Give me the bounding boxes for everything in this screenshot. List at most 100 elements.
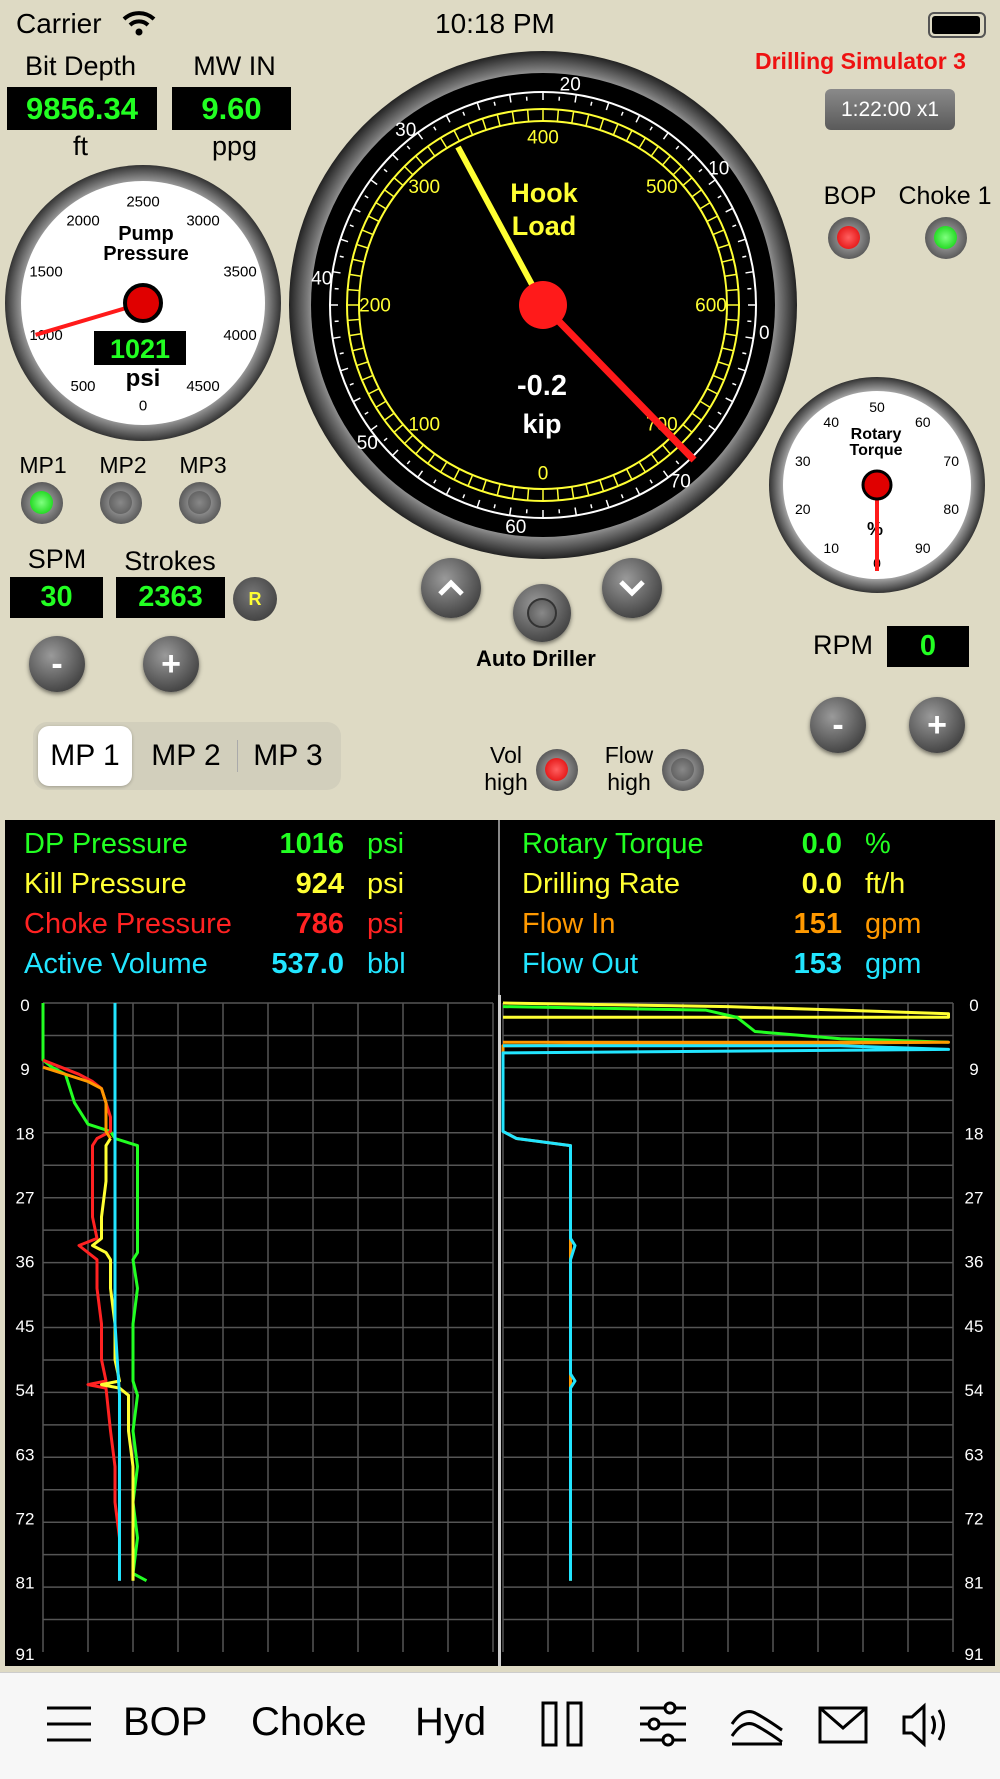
mp3-indicator-button[interactable] [179,482,221,524]
hook-load-outer-tick-label: 40 [311,269,332,290]
bop-tab-button[interactable]: BOP [123,1700,207,1745]
y-tick-label-right: 45 [965,1317,984,1336]
carrier-label: Carrier [16,8,102,40]
rpm-increase-button[interactable]: + [909,697,965,753]
rotary-torque-tick-label: 80 [943,501,959,517]
mail-button[interactable] [818,1706,868,1744]
rotary-torque-tick-label: 90 [915,540,931,556]
spm-decrease-button[interactable]: - [29,636,85,692]
left-panel-series-line-1 [43,1060,120,1581]
strokes-reset-button[interactable]: R [233,577,277,621]
battery-icon [928,12,986,38]
hook-load-outer-tick-label: 20 [560,74,581,95]
mw-in-unit: ppg [172,131,297,162]
spm-increase-button[interactable]: + [143,636,199,692]
speaker-icon [900,1702,954,1748]
auto-driller-toggle-button[interactable] [513,584,571,642]
segment-divider [237,740,238,772]
readout-unit: psi [367,868,404,901]
auto-driller-label: Auto Driller [476,646,596,672]
mp1-indicator-button[interactable] [21,482,63,524]
readout-value: 0.0 [732,868,842,901]
hook-load-title-2: Load [512,211,577,241]
readout-label: Active Volume [24,948,208,981]
readout-value: 1016 [234,828,344,861]
pump-pressure-title-2: Pressure [103,243,189,265]
choke1-indicator-button[interactable] [925,217,967,259]
right-panel-series-line-3 [503,1046,949,1581]
hook-load-title-1: Hook [510,178,578,208]
rotary-torque-tick-label: 70 [943,453,959,469]
hyd-tab-button[interactable]: Hyd [415,1700,486,1745]
sim-clock-button[interactable]: 1:22:00 x1 [825,89,955,130]
segment-mp1[interactable]: MP 1 [38,726,132,786]
trend-view-button[interactable] [730,1702,784,1746]
chart-wave-icon [730,1702,784,1746]
readout-unit: psi [367,908,404,941]
mp3-label: MP3 [173,452,233,479]
pump-pressure-tick-label: 500 [70,378,95,395]
spm-label: SPM [14,544,100,575]
mw-in-label: MW IN [172,51,297,82]
rpm-decrease-button[interactable]: - [810,697,866,753]
readout-unit: psi [367,828,404,861]
bit-depth-value: 9856.34 [7,87,157,130]
mw-in-value: 9.60 [172,87,291,130]
readout-unit: % [865,828,891,861]
hook-load-outer-tick-label: 70 [670,471,691,492]
vol-high-alarm-indicator[interactable] [536,749,578,791]
readout-label: Rotary Torque [522,828,704,861]
y-tick-label-left: 27 [16,1189,35,1208]
readout-label: Flow Out [522,948,638,981]
y-tick-label-right: 63 [965,1445,984,1464]
pause-button[interactable] [540,1700,584,1748]
y-tick-label-right: 0 [969,996,978,1015]
y-tick-label-right: 91 [965,1645,984,1664]
readout-unit: gpm [865,948,921,981]
vol-high-label-2: high [476,769,536,796]
readout-panel: DP Pressure1016psiKill Pressure924psiCho… [5,820,995,995]
flow-high-alarm-indicator[interactable] [662,749,704,791]
auto-driller-down-button[interactable] [602,558,662,618]
readout-value: 153 [732,948,842,981]
hook-load-inner-tick-label: 400 [527,128,559,149]
rotary-torque-tick-label: 30 [795,453,811,469]
hook-load-hub [519,281,567,329]
readout-value: 537.0 [234,948,344,981]
sliders-icon [638,1700,688,1748]
mp2-indicator-button[interactable] [100,482,142,524]
readout-value: 924 [234,868,344,901]
bit-depth-label: Bit Depth [8,51,153,82]
pump-pressure-tick-label: 4000 [223,327,256,344]
hook-load-inner-tick-label: 300 [408,177,440,198]
y-tick-label-right: 9 [969,1060,978,1079]
pump-pressure-hub [125,285,161,321]
readout-value: 786 [234,908,344,941]
rotary-torque-title-1: Rotary [851,426,902,443]
pump-pressure-title-1: Pump [118,223,174,245]
status-bar: Carrier 10:18 PM [0,0,1000,48]
pump-pressure-tick-label: 2500 [126,193,159,210]
hook-load-inner-tick-label: 100 [408,414,440,435]
rotary-torque-tick-label: 20 [795,501,811,517]
app-title: Drilling Simulator 3 [755,48,966,75]
mp1-label: MP1 [13,452,73,479]
sound-button[interactable] [900,1702,954,1748]
mail-icon [818,1706,868,1744]
rotary-torque-tick-label: 10 [823,540,839,556]
hook-load-unit: kip [522,409,561,439]
segment-mp3[interactable]: MP 3 [241,726,335,786]
bop-indicator-button[interactable] [828,217,870,259]
settings-button[interactable] [638,1700,688,1748]
choke1-label: Choke 1 [895,182,995,211]
segment-mp2[interactable]: MP 2 [139,726,233,786]
clock-time: 10:18 PM [435,8,555,40]
rotary-torque-tick-label: 50 [869,399,885,415]
pump-pressure-value: 1021 [110,334,170,364]
y-tick-label-left: 81 [16,1574,35,1593]
sim-clock-label: 1:22:00 x1 [841,98,939,122]
readout-value: 0.0 [732,828,842,861]
auto-driller-up-button[interactable] [421,558,481,618]
menu-button[interactable] [45,1702,93,1746]
choke-tab-button[interactable]: Choke [251,1700,367,1745]
